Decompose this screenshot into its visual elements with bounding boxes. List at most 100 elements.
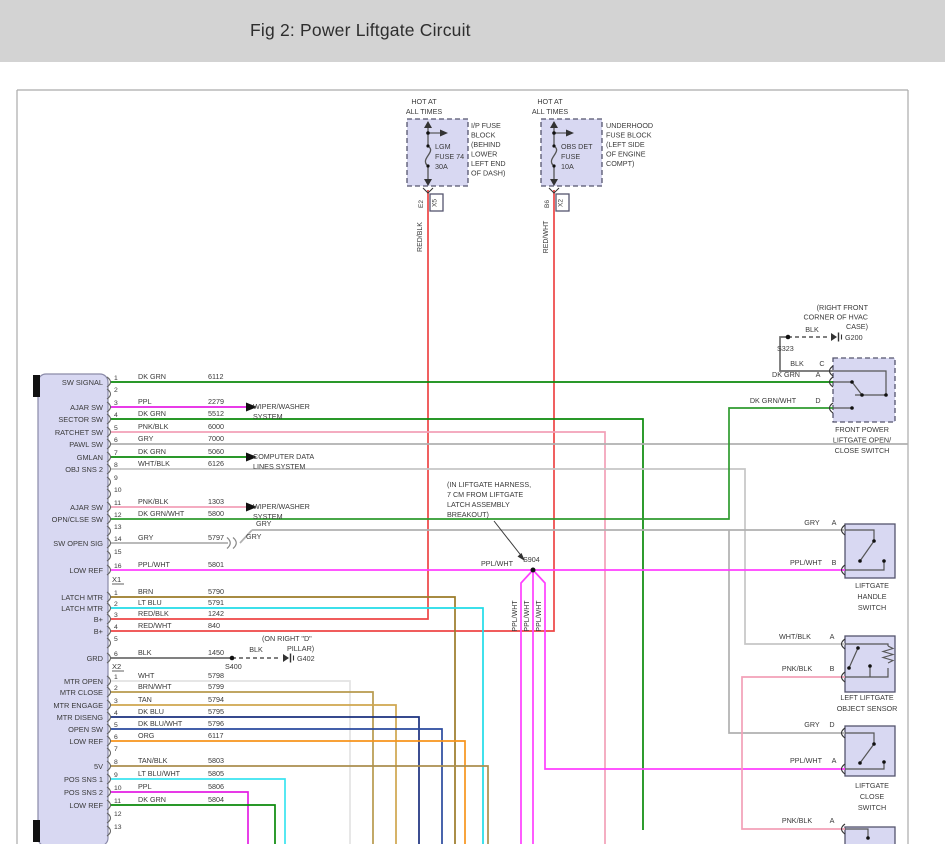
diagram-label: PPL/WHT — [481, 559, 514, 568]
connector-tab — [33, 375, 40, 397]
wire-color-label: DK BLU/WHT — [138, 719, 183, 728]
pin-number: 1 — [114, 674, 118, 681]
circuit-number-label: 5797 — [208, 533, 224, 542]
diagram-label: D — [829, 720, 834, 729]
diagram-label: GRY — [804, 720, 820, 729]
pin-function-label: OPEN SW — [68, 725, 103, 734]
fuse1-dot-a — [426, 144, 429, 147]
bottom-sw-dot — [866, 836, 870, 840]
pin-number: 5 — [114, 636, 118, 643]
inline-connector-arc2 — [233, 538, 236, 549]
pin-number: 1 — [114, 375, 118, 382]
pin-number: 2 — [114, 601, 118, 608]
diagram-label: D — [815, 396, 820, 405]
wire-color-label: DK GRN — [138, 409, 166, 418]
wire-color-label: PPL — [138, 782, 152, 791]
diagram-label: COMPUTER DATA — [253, 452, 314, 461]
connector-tab — [33, 820, 40, 842]
wire-color-label: BRN — [138, 587, 153, 596]
pin-number: 9 — [114, 772, 118, 779]
circuit-number-label: 5794 — [208, 695, 224, 704]
circuit-number-label: 5791 — [208, 598, 224, 607]
pin-function-label: LOW REF — [69, 566, 103, 575]
wire-dk-blu-wht-5796 — [110, 729, 442, 844]
diagram-label: BLOCK — [471, 131, 496, 140]
diagram-label: BREAKOUT) — [447, 510, 489, 519]
pin-number: 4 — [114, 710, 118, 717]
handle-sw-dot2 — [858, 559, 862, 563]
circuit-number-label: 6117 — [208, 731, 223, 740]
diagram-label: HOT AT — [411, 97, 437, 106]
pin-number: 16 — [114, 563, 122, 570]
diagram-label: FUSE 74 — [435, 152, 464, 161]
diagram-label: HOT AT — [537, 97, 563, 106]
circuit-number-label: 5805 — [208, 769, 224, 778]
pin-function-label: B+ — [94, 615, 103, 624]
diagram-label: (BEHIND — [471, 140, 501, 149]
diagram-label: I/P FUSE — [471, 121, 501, 130]
pin-number: 3 — [114, 698, 118, 705]
diagram-label: LGM — [435, 142, 451, 151]
diagram-label: LINES SYSTEM — [253, 462, 305, 471]
pin-number: 11 — [114, 500, 121, 507]
connector-section-label: X2 — [112, 662, 121, 671]
pin-number: 9 — [114, 475, 118, 482]
pin-function-label: MTR CLOSE — [60, 688, 103, 697]
wire-pnk-blk-sensor — [742, 677, 845, 829]
pin-number: 6 — [114, 437, 118, 444]
circuit-number-label: 5798 — [208, 671, 224, 680]
wire-color-label: RED/WHT — [138, 621, 172, 630]
diagram-label: (RIGHT FRONT — [817, 303, 869, 312]
diagram-label: OF DASH) — [471, 169, 505, 178]
wire-dk-grn-5804 — [110, 805, 275, 844]
pin-number: 7 — [114, 746, 118, 753]
front-sw-dot3 — [860, 393, 864, 397]
pin-function-label: MTR OPEN — [64, 677, 103, 686]
circuit-number-label: 1450 — [208, 648, 224, 657]
diagram-label: CASE) — [846, 322, 868, 331]
pin-function-label: OBJ SNS 2 — [65, 465, 103, 474]
close-sw-dot2 — [858, 761, 862, 765]
pin-number: 8 — [114, 759, 118, 766]
wire-pnk-blk-6000 — [110, 432, 605, 844]
circuit-number-label: 5512 — [208, 409, 224, 418]
pin-number: 3 — [114, 612, 118, 619]
diagram-label: GRY — [804, 518, 820, 527]
diagram-label: BLK — [805, 325, 819, 334]
diagram-label: RED/BLK — [417, 222, 424, 252]
pin-number: 13 — [114, 824, 122, 831]
pin-number: 10 — [114, 785, 122, 792]
wire-color-label: ORG — [138, 731, 155, 740]
diagram-label: DK GRN/WHT — [750, 396, 797, 405]
fuse1-dot-b — [426, 164, 429, 167]
diagram-label: RED/WHT — [543, 220, 550, 253]
diagram-label: B — [832, 558, 837, 567]
circuit-number-label: 2279 — [208, 397, 224, 406]
front-sw-dot1 — [850, 380, 854, 384]
diagram-label: A — [832, 518, 837, 527]
diagram-label: PNK/BLK — [782, 664, 813, 673]
pin-function-label: SW SIGNAL — [62, 378, 103, 387]
diagram-label: BLK — [790, 359, 804, 368]
wire-blk-hvac — [780, 337, 833, 371]
pin-function-label: GRD — [87, 654, 103, 663]
diagram-label: S904 — [523, 555, 540, 564]
diagram-label: SWITCH — [858, 603, 886, 612]
front-sw-dot4 — [884, 393, 888, 397]
circuit-number-label: 5804 — [208, 795, 224, 804]
circuit-number-label: 5801 — [208, 560, 224, 569]
diagram-label: X2 — [558, 199, 565, 207]
circuit-number-label: 6126 — [208, 459, 224, 468]
diagram-label: WIPER/WASHER — [253, 402, 310, 411]
wire-color-label: DK GRN — [138, 447, 166, 456]
pin-number: 3 — [114, 400, 118, 407]
pin-function-label: PAWL SW — [69, 440, 103, 449]
pin-number: 6 — [114, 734, 118, 741]
diagram-label: SYSTEM — [253, 512, 283, 521]
ground-g200-tri — [831, 333, 837, 341]
diagram-label: CLOSE — [860, 792, 885, 801]
diagram-label: S323 — [777, 344, 794, 353]
diagram-label: PPL/WHT — [524, 600, 531, 632]
pin-function-label: GMLAN — [77, 453, 103, 462]
wire-color-label: RED/BLK — [138, 609, 169, 618]
